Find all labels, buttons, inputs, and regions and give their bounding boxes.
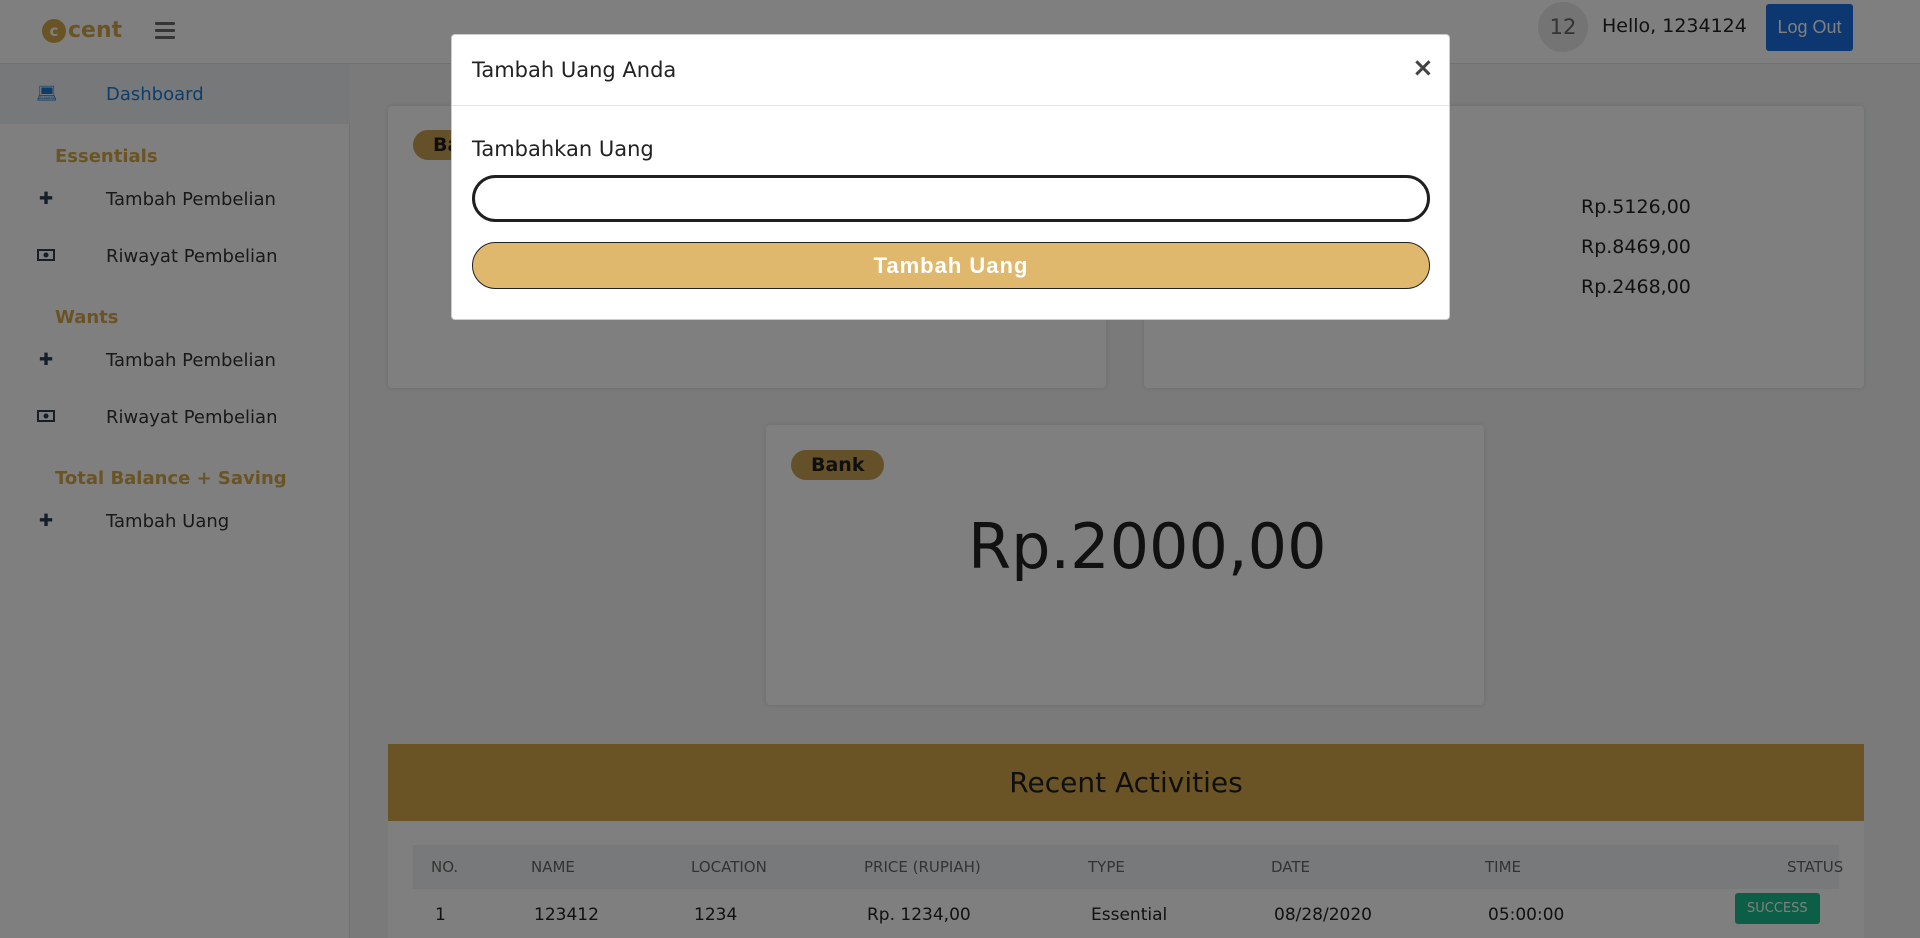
modal-header: Tambah Uang Anda × [452,35,1449,106]
money-amount-input[interactable] [472,175,1430,222]
money-field-label: Tambahkan Uang [472,137,654,161]
modal-title: Tambah Uang Anda [472,58,677,82]
add-money-modal: Tambah Uang Anda × Tambahkan Uang Tambah… [451,34,1450,320]
add-money-submit-button[interactable]: Tambah Uang [472,242,1430,289]
close-icon[interactable]: × [1412,53,1434,83]
